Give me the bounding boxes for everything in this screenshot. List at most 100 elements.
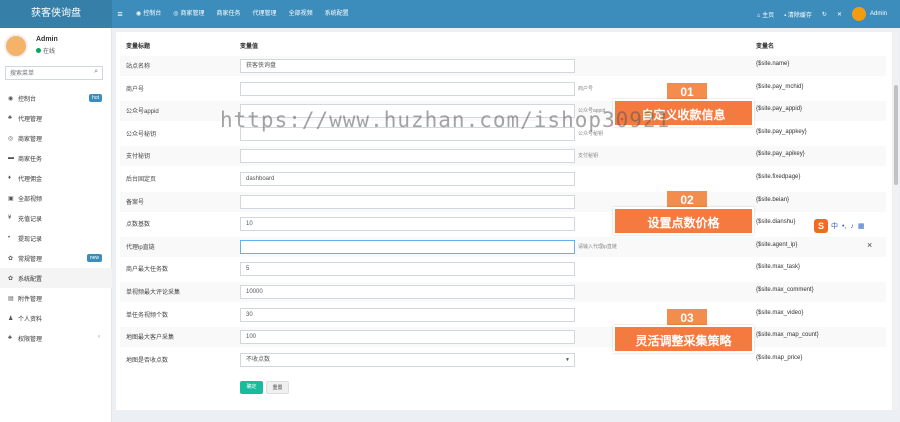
table-row: 站点名称 获客侠询盘 {$site.name} bbox=[120, 56, 886, 76]
search-icon[interactable]: ⌕ bbox=[94, 68, 98, 76]
table-row: 单视频最大评论采集 10000 {$site.max_comment} bbox=[120, 282, 886, 302]
sidebar-item[interactable]: ♣ 代理管理 bbox=[0, 108, 112, 128]
row-input[interactable]: 5 bbox=[240, 262, 575, 277]
row-variable-name: {$site.map_price} bbox=[756, 354, 803, 361]
top-right-tools: ⌂ 主页 ▪ 清除缓存 ↻ ✕ Admin bbox=[752, 0, 892, 28]
callout-03: 03 灵活调整采集策略 bbox=[613, 309, 754, 355]
sidebar-item-label: 商家任务 bbox=[18, 156, 43, 163]
row-label: 单任务视频个数 bbox=[126, 312, 169, 319]
users-icon: ♣ bbox=[8, 115, 12, 121]
sidebar-badge: new bbox=[86, 254, 102, 262]
user-panel: Admin 在线 bbox=[4, 34, 108, 58]
row-label: 点数基数 bbox=[126, 222, 151, 229]
microphone-icon[interactable]: ♪ bbox=[850, 223, 854, 230]
close-icon[interactable]: × bbox=[867, 240, 872, 250]
tab-system-config[interactable]: 系统配置 bbox=[319, 0, 355, 28]
sidebar-item-label: 系统配置 bbox=[18, 276, 43, 283]
table-row: 代理ip直链 请输入代理ip直链 {$site.agent_ip} bbox=[120, 236, 886, 257]
user-status: 在线 bbox=[36, 46, 55, 55]
home-link[interactable]: ⌂ 主页 bbox=[752, 10, 779, 19]
sidebar-item[interactable]: • 提现记录 bbox=[0, 228, 112, 248]
reset-button[interactable]: 重置 bbox=[266, 381, 289, 394]
sidebar-item-label: 权限管理 bbox=[18, 336, 43, 343]
row-select[interactable]: 不收点数 ▼ bbox=[240, 352, 575, 367]
home-label: 主页 bbox=[762, 12, 775, 19]
sidebar-item[interactable]: ▤ 附件管理 bbox=[0, 288, 112, 308]
ime-logo-icon[interactable]: S bbox=[814, 219, 828, 233]
dot-icon: • bbox=[8, 235, 11, 241]
sidebar-item[interactable]: ♟ 个人资料 bbox=[0, 308, 112, 328]
row-input[interactable]: dashboard bbox=[240, 172, 575, 186]
row-input[interactable]: 100 bbox=[240, 330, 575, 345]
row-label: 后台固定页 bbox=[126, 177, 157, 183]
sidebar-item-label: 全部视频 bbox=[18, 196, 43, 203]
sidebar-item[interactable]: ◉ 控制台 hot bbox=[0, 88, 112, 108]
row-input[interactable] bbox=[240, 81, 575, 96]
row-value: 5 bbox=[246, 266, 250, 273]
row-label: 代理ip直链 bbox=[126, 244, 155, 251]
ime-punct-icon[interactable]: •, bbox=[842, 223, 846, 230]
sidebar-item[interactable]: ✿ 系统配置 bbox=[0, 268, 112, 288]
clear-cache-button[interactable]: ▪ 清除缓存 bbox=[779, 10, 817, 19]
row-help: 支付秘钥 bbox=[578, 153, 599, 160]
callout-text: 灵活调整采集策略 bbox=[613, 325, 754, 353]
fullscreen-icon[interactable]: ✕ bbox=[832, 11, 847, 18]
row-input[interactable]: 30 bbox=[240, 307, 575, 322]
trash-icon: ▪ bbox=[784, 12, 787, 19]
tab-agent[interactable]: 代理管理 bbox=[247, 0, 283, 28]
sidebar-badge: hot bbox=[89, 94, 102, 102]
table-row: 后台固定页 dashboard {$site.fixedpage} bbox=[120, 169, 886, 189]
scrollbar-thumb[interactable] bbox=[894, 85, 898, 185]
diamond-icon: ♦ bbox=[8, 175, 12, 181]
menu-toggle-icon[interactable]: ≡ bbox=[114, 0, 126, 28]
dashboard-icon: ◉ bbox=[136, 11, 142, 17]
video-icon: ▣ bbox=[8, 195, 14, 202]
sidebar-item[interactable]: ♦ 代理佣金 bbox=[0, 168, 112, 188]
row-input[interactable]: 10 bbox=[240, 217, 575, 232]
clear-cache-label: 清除缓存 bbox=[787, 12, 812, 19]
tab-merchant-task[interactable]: 商家任务 bbox=[211, 0, 247, 28]
keyboard-icon[interactable]: ▦ bbox=[858, 222, 865, 230]
sidebar-item[interactable]: ✿ 常规管理 new bbox=[0, 248, 112, 268]
watermark: https://www.huzhan.com/ishop30921 bbox=[220, 108, 671, 132]
table-row: 商户号 商户号 {$site.pay_mchid} bbox=[120, 79, 886, 99]
sidebar-search: ⌕ bbox=[5, 66, 103, 80]
sidebar-item-label: 代理管理 bbox=[18, 116, 43, 123]
tab-videos[interactable]: 全部视频 bbox=[283, 0, 319, 28]
ime-lang-toggle[interactable]: 中 bbox=[831, 221, 838, 231]
row-value: 10000 bbox=[246, 289, 263, 295]
row-input[interactable] bbox=[240, 239, 575, 254]
user-menu-label: Admin bbox=[869, 11, 887, 17]
table-row: 单任务视频个数 30 {$site.max_video} bbox=[120, 305, 886, 325]
caret-down-icon: ▼ bbox=[565, 356, 570, 363]
chevron-left-icon: ‹ bbox=[98, 334, 100, 340]
row-input[interactable]: 10000 bbox=[240, 285, 575, 299]
table-row: 地图是否收点数 不收点数 ▼ {$site.map_price} bbox=[120, 350, 886, 370]
sidebar-item[interactable]: ▣ 全部视频 bbox=[0, 188, 112, 208]
row-variable-name: {$site.pay_appkey} bbox=[756, 128, 807, 135]
row-value: 不收点数 bbox=[246, 356, 271, 363]
top-navbar: 获客侠询盘 ≡ ◉ 控制台 ◎ 商家管理 商家任务 代理管理 全部视频 系统配置 ⌂… bbox=[0, 0, 900, 28]
user-menu[interactable]: Admin bbox=[847, 7, 892, 21]
sidebar-item[interactable]: ◎ 商家管理 bbox=[0, 128, 112, 148]
row-label: 支付秘钥 bbox=[126, 154, 151, 161]
gear-icon: ✿ bbox=[8, 275, 14, 282]
sidebar-item[interactable]: ¥ 充值记录 bbox=[0, 208, 112, 228]
row-variable-name: {$site.max_map_count} bbox=[756, 332, 819, 339]
status-text: 在线 bbox=[43, 49, 56, 55]
row-input[interactable] bbox=[240, 194, 575, 209]
confirm-button[interactable]: 确定 bbox=[240, 381, 263, 394]
sidebar-item-label: 提现记录 bbox=[18, 236, 43, 243]
sidebar-item-label: 商家管理 bbox=[18, 136, 43, 143]
tab-merchant[interactable]: ◎ 商家管理 bbox=[167, 0, 210, 28]
row-input[interactable]: 获客侠询盘 bbox=[240, 59, 575, 73]
refresh-icon[interactable]: ↻ bbox=[817, 11, 832, 18]
sidebar-item[interactable]: ♣ 权限管理 ‹ bbox=[0, 328, 112, 348]
row-label: 商户最大任务数 bbox=[126, 267, 169, 274]
group-icon: ♣ bbox=[8, 335, 12, 341]
app-brand[interactable]: 获客侠询盘 bbox=[0, 0, 112, 28]
row-input[interactable] bbox=[240, 149, 575, 164]
search-input[interactable] bbox=[10, 69, 80, 78]
tab-dashboard[interactable]: ◉ 控制台 bbox=[130, 0, 167, 28]
sidebar-item[interactable]: ▬ 商家任务 bbox=[0, 148, 112, 168]
